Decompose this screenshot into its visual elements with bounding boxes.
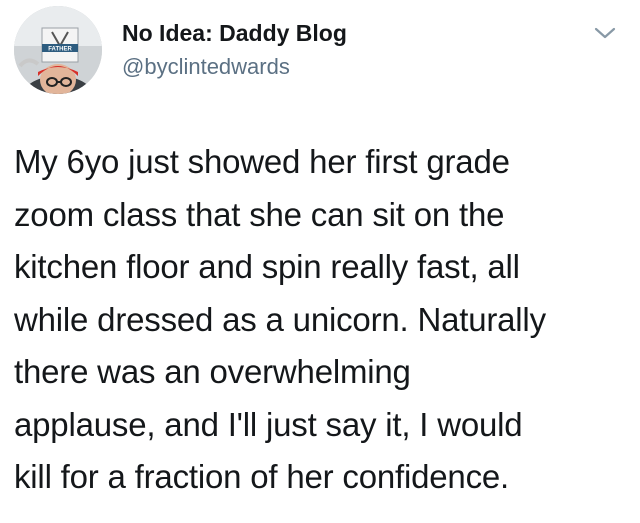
tweet-line: zoom class that she can sit on the [14,195,505,233]
chevron-down-icon[interactable] [592,22,618,44]
tweet-line: there was an overwhelming [14,353,411,390]
avatar[interactable]: FATHER [14,6,102,94]
display-name[interactable]: No Idea: Daddy Blog [122,19,347,47]
tweet-card: FATHER No Idea: Daddy Blog @byclintedwar… [0,0,640,523]
avatar-sign-text: FATHER [48,47,72,53]
tweet-line: kitchen floor and spin really fast, all [14,248,520,285]
tweet-text: My 6yo just showed her first grade zoom … [14,136,634,504]
tweet-line: kill for a fraction of her confidence. [14,458,509,495]
user-handle[interactable]: @byclintedwards [122,53,290,81]
avatar-image: FATHER [14,6,102,94]
tweet-line: while dressed as a unicorn. Naturally [14,300,546,338]
tweet-line: applause, and I'll just say it, I would [14,405,523,443]
tweet-line: My 6yo just showed her first grade [14,143,510,180]
